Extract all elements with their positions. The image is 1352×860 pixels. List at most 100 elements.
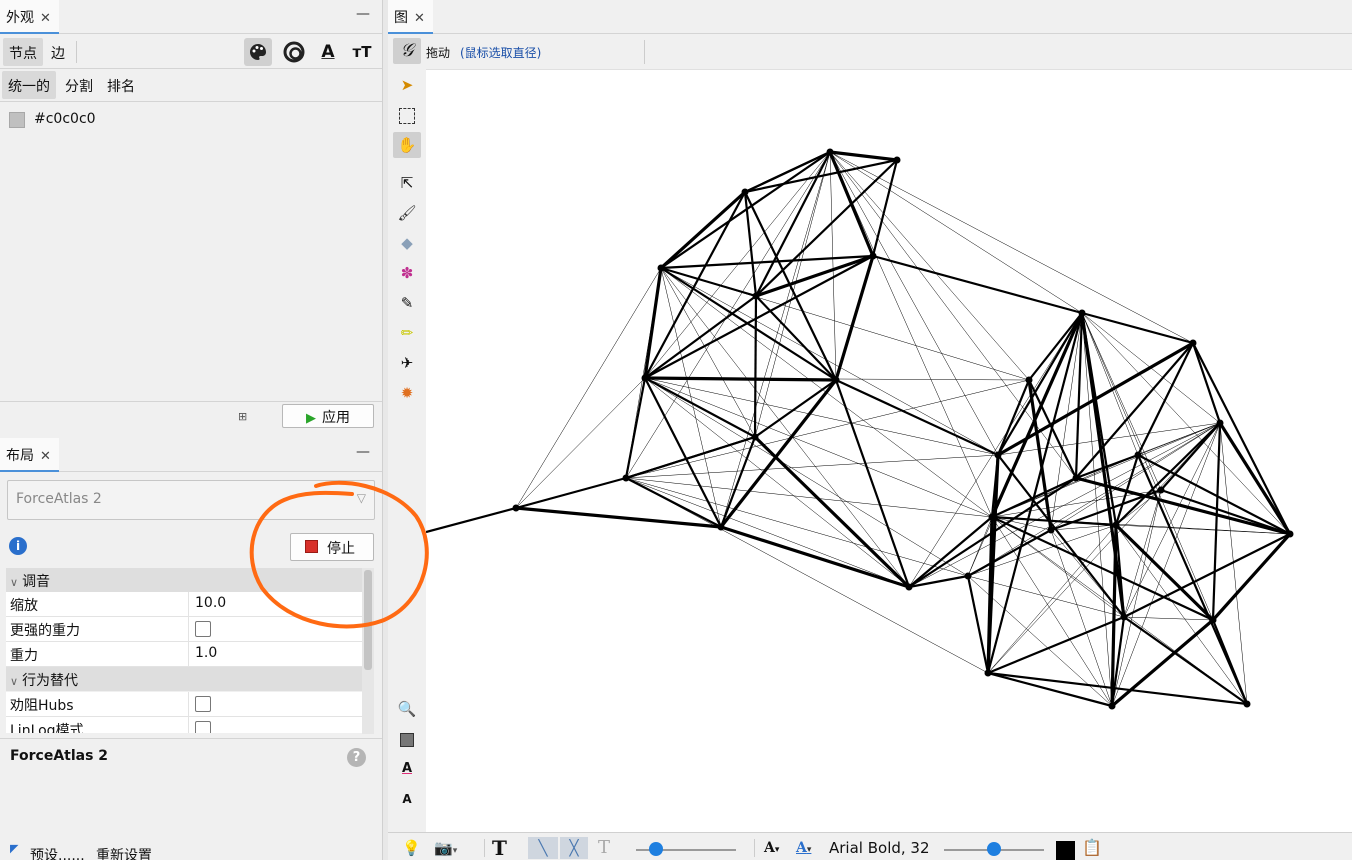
- appearance-tab[interactable]: 外观 ✕: [0, 0, 59, 34]
- font-icon[interactable]: A▾: [764, 837, 779, 859]
- stronger-gravity-checkbox[interactable]: [195, 621, 211, 637]
- divider: [644, 40, 645, 64]
- tab-nodes[interactable]: 节点: [3, 38, 43, 66]
- diamond-icon[interactable]: ◆: [393, 230, 421, 256]
- graph-node[interactable]: [717, 523, 725, 531]
- painter-icon[interactable]: ✽: [393, 260, 421, 286]
- graph-node[interactable]: [1134, 451, 1142, 459]
- gravity-input[interactable]: 1.0: [188, 642, 362, 666]
- graph-node[interactable]: [641, 374, 649, 382]
- color-palette-icon[interactable]: [244, 38, 272, 66]
- graph-node[interactable]: [988, 513, 996, 521]
- edge-label-icon[interactable]: T: [598, 837, 610, 859]
- minimize-icon[interactable]: —: [356, 6, 370, 22]
- appearance-element-bar: 节点 边 A тT: [0, 35, 382, 69]
- size-rings-icon[interactable]: [280, 38, 308, 66]
- font-color-icon[interactable]: A▾: [796, 837, 811, 859]
- dissuade-hubs-checkbox[interactable]: [195, 696, 211, 712]
- graph-node[interactable]: [1025, 376, 1033, 384]
- graph-node[interactable]: [751, 433, 759, 441]
- graph-node[interactable]: [1112, 521, 1120, 529]
- graph-node[interactable]: [984, 669, 992, 677]
- font-label[interactable]: Arial Bold, 32: [829, 837, 930, 859]
- appearance-content: #c0c0c0: [0, 101, 382, 401]
- graph-edge: [997, 312, 1083, 456]
- help-icon[interactable]: ?: [347, 748, 366, 767]
- graph-node[interactable]: [1072, 474, 1080, 482]
- close-icon[interactable]: ✕: [40, 449, 51, 464]
- graph-node[interactable]: [622, 474, 630, 482]
- graph-node[interactable]: [1157, 486, 1165, 494]
- layout-tab[interactable]: 布局 ✕: [0, 438, 59, 472]
- screenshot-icon[interactable]: 📷▾: [434, 837, 457, 859]
- edge-scale-slider-knob[interactable]: [649, 842, 663, 856]
- auto-apply-icon[interactable]: ⊞: [238, 410, 247, 423]
- info-icon[interactable]: i: [9, 537, 27, 555]
- prop-label: 重力: [10, 648, 38, 664]
- graph-node[interactable]: [1216, 419, 1224, 427]
- tab-partition[interactable]: 分割: [59, 71, 99, 99]
- linlog-checkbox[interactable]: [195, 721, 211, 733]
- edit-pointer-icon[interactable]: ⇱: [393, 170, 421, 196]
- pointer-icon[interactable]: ➤: [393, 72, 421, 98]
- apply-button[interactable]: ▶ 应用: [282, 404, 374, 428]
- graph-node[interactable]: [1108, 702, 1116, 710]
- graph-node[interactable]: [1286, 530, 1294, 538]
- graph-node[interactable]: [657, 264, 665, 272]
- section-behavior[interactable]: ∨ 行为替代: [6, 667, 362, 691]
- graph-edge: [719, 379, 838, 528]
- highlighter-icon[interactable]: ✏: [393, 320, 421, 346]
- graph-node[interactable]: [1078, 309, 1086, 317]
- drag-mode-icon[interactable]: 𝒢: [393, 38, 421, 64]
- graph-canvas[interactable]: [425, 70, 1352, 832]
- edge-color-icon[interactable]: ╳: [560, 837, 588, 859]
- graph-edge: [659, 190, 747, 270]
- close-icon[interactable]: ✕: [414, 11, 425, 26]
- graph-node[interactable]: [964, 572, 972, 580]
- color-swatch[interactable]: [9, 112, 25, 128]
- minimize-icon[interactable]: —: [356, 444, 370, 460]
- graph-node[interactable]: [1047, 526, 1055, 534]
- background-color-icon[interactable]: [393, 726, 421, 752]
- show-labels-icon[interactable]: T: [492, 837, 507, 859]
- graph-edge: [967, 529, 1052, 577]
- rect-select-icon[interactable]: [393, 102, 421, 128]
- graph-edge: [515, 267, 662, 509]
- show-edges-icon[interactable]: ╲: [528, 837, 558, 859]
- graph-tab[interactable]: 图 ✕: [388, 0, 433, 34]
- airplane-icon[interactable]: ✈: [393, 350, 421, 376]
- graph-node[interactable]: [1120, 613, 1128, 621]
- graph-node[interactable]: [1209, 616, 1217, 624]
- presets-button[interactable]: 预设......: [30, 845, 85, 860]
- label-size-icon[interactable]: A: [393, 786, 421, 812]
- graph-node[interactable]: [994, 451, 1002, 459]
- brush-icon[interactable]: 🖌: [393, 200, 421, 226]
- pencil-icon[interactable]: ✎: [393, 290, 421, 316]
- tab-ranking[interactable]: 排名: [101, 71, 141, 99]
- reset-button[interactable]: 重新设置: [96, 845, 152, 860]
- clipboard-icon[interactable]: 📋: [1082, 837, 1102, 859]
- gear-icon[interactable]: ✹: [393, 380, 421, 406]
- network-graph[interactable]: [425, 70, 1352, 832]
- graph-node[interactable]: [826, 148, 834, 156]
- label-color-swatch[interactable]: [1056, 841, 1075, 860]
- label-color-icon[interactable]: A: [393, 756, 421, 782]
- graph-node[interactable]: [893, 156, 901, 164]
- drag-hand-icon[interactable]: ✋: [393, 132, 421, 158]
- label-size-slider-knob[interactable]: [987, 842, 1001, 856]
- graph-node[interactable]: [512, 504, 520, 512]
- graph-node[interactable]: [1243, 700, 1251, 708]
- zoom-fit-icon[interactable]: 🔍: [393, 696, 421, 722]
- tab-unique[interactable]: 统一的: [2, 71, 56, 99]
- light-bulb-icon[interactable]: 💡: [402, 837, 421, 859]
- tab-edges[interactable]: 边: [45, 38, 71, 66]
- graph-node[interactable]: [905, 583, 913, 591]
- graph-node[interactable]: [832, 376, 840, 384]
- graph-node[interactable]: [741, 188, 749, 196]
- graph-node[interactable]: [752, 292, 760, 300]
- graph-node[interactable]: [869, 252, 877, 260]
- close-icon[interactable]: ✕: [40, 11, 51, 26]
- graph-node[interactable]: [1189, 339, 1197, 347]
- label-color-icon[interactable]: A: [314, 38, 342, 66]
- label-size-icon[interactable]: тT: [348, 38, 376, 66]
